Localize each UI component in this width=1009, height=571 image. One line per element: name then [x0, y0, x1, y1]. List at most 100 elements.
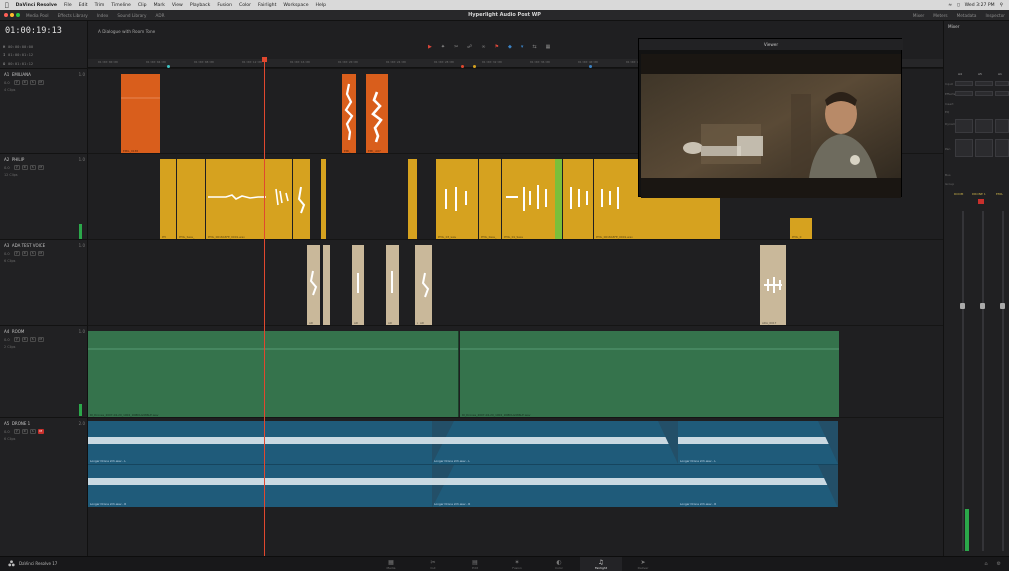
timecode-display[interactable]: 01:00:19:13: [5, 26, 62, 36]
audio-clip[interactable]: RI_Drones_2007-04-20_1902_1N8DLG986LE.wa…: [460, 331, 839, 418]
lock-icon[interactable]: ⚲: [13, 337, 20, 342]
apple-menu-icon[interactable]: : [5, 2, 9, 9]
audio-clip[interactable]: EMI_: [342, 74, 356, 154]
link-icon[interactable]: ∞: [481, 44, 485, 50]
solo-button[interactable]: S: [29, 165, 36, 170]
tab-fairlight[interactable]: ♫ Fairlight: [580, 557, 622, 571]
index-button[interactable]: Index: [97, 13, 109, 18]
menu-clock[interactable]: Wed 3:27 PM: [965, 3, 995, 8]
menu-edit[interactable]: Edit: [79, 3, 88, 8]
marker-dropdown-icon[interactable]: ▾: [521, 44, 524, 50]
audio-clip[interactable]: Longer Drone 2ch.wav - L: [678, 421, 838, 464]
audio-clip[interactable]: Longer Drone 2ch.wav - R: [432, 464, 678, 507]
volume-fader[interactable]: [960, 303, 965, 309]
menu-app-name[interactable]: DaVinci Resolve: [16, 3, 57, 8]
tab-deliver[interactable]: ➤ Deliver: [622, 557, 664, 571]
track-volume[interactable]: 0.0: [4, 81, 10, 85]
audio-clip[interactable]: Longer Drone 2ch.wav - L: [432, 421, 678, 464]
record-arm-button[interactable]: R: [21, 80, 28, 85]
pan-control[interactable]: [975, 139, 993, 157]
input-select[interactable]: [975, 81, 993, 86]
tab-fusion[interactable]: ✶ Fusion: [496, 557, 538, 571]
mute-button[interactable]: M: [37, 251, 44, 256]
sound-library-button[interactable]: Sound Library: [117, 13, 146, 18]
volume-fader[interactable]: [1000, 303, 1005, 309]
select-tool-icon[interactable]: ✦: [441, 44, 445, 50]
audio-clip[interactable]: PHIL_0ess_: [479, 159, 501, 240]
menu-playback[interactable]: Playback: [190, 3, 211, 8]
range-select-tool-icon[interactable]: ▶: [428, 44, 432, 50]
audio-clip[interactable]: EMIL_0138: [121, 74, 160, 154]
pan-control[interactable]: [995, 139, 1009, 157]
menu-help[interactable]: Help: [316, 3, 326, 8]
marker-icon[interactable]: ◆: [508, 44, 512, 50]
menu-fusion[interactable]: Fusion: [217, 3, 232, 8]
menu-view[interactable]: View: [172, 3, 183, 8]
audio-clip[interactable]: AD: [307, 245, 320, 326]
record-arm-button[interactable]: R: [21, 251, 28, 256]
audio-clip[interactable]: PHIL_Sess_: [177, 159, 205, 240]
mixer-toggle-button[interactable]: Mixer: [913, 13, 924, 18]
minimize-window-button[interactable]: [10, 13, 14, 17]
meters-toggle-button[interactable]: Meters: [933, 13, 947, 18]
tab-color[interactable]: ◐ Color: [538, 557, 580, 571]
timeline-name-dropdown[interactable]: A Dialogue with Room Tone: [98, 29, 155, 34]
snap-icon[interactable]: ☍: [467, 44, 472, 50]
track-lane-a4[interactable]: RI_Drones_2007-04-20_1902_1N8DLG986LE.wa…: [88, 325, 943, 418]
viewer-window[interactable]: Viewer: [638, 38, 903, 198]
lock-icon[interactable]: ⚲: [13, 80, 20, 85]
audio-clip[interactable]: AD: [386, 245, 399, 326]
audio-clip[interactable]: [323, 245, 330, 326]
menu-fairlight[interactable]: Fairlight: [258, 3, 276, 8]
razor-tool-icon[interactable]: ✂: [454, 44, 458, 50]
audio-clip[interactable]: Longer Drone 2ch.wav - L: [88, 421, 432, 464]
dynamics-display[interactable]: [975, 119, 993, 133]
battery-icon[interactable]: ▯: [957, 3, 960, 8]
pan-control[interactable]: [955, 139, 973, 157]
audio-clip[interactable]: [321, 159, 326, 240]
playhead[interactable]: [264, 59, 265, 556]
view-options-icon[interactable]: ▦: [546, 44, 551, 50]
track-volume[interactable]: 0.0: [4, 430, 10, 434]
audio-clip[interactable]: [563, 159, 593, 240]
track-lane-a3[interactable]: AD AD AD AD AD ADA_0017: [88, 239, 943, 326]
input-select[interactable]: [955, 81, 973, 86]
track-header-a1[interactable]: A1 EMILIANA 1.0 0.0 ⚲ R S M 4 Clips: [0, 68, 88, 153]
lock-icon[interactable]: ⚲: [13, 429, 20, 434]
audio-clip[interactable]: ADA_0017: [760, 245, 786, 326]
effects-slot[interactable]: [975, 91, 993, 96]
tab-edit[interactable]: ▤ Edit: [454, 557, 496, 571]
mute-button-active[interactable]: M: [37, 429, 44, 434]
selected-clip[interactable]: [555, 159, 562, 240]
close-window-button[interactable]: [4, 13, 8, 17]
mute-button[interactable]: M: [37, 165, 44, 170]
audio-clip[interactable]: AD: [418, 245, 432, 326]
audio-clip[interactable]: Longer Drone 2ch.wav - R: [678, 464, 838, 507]
audio-clip[interactable]: RI_Drones_2007-04-20_1902_1N8DLG986LE.wa…: [88, 331, 459, 418]
menu-file[interactable]: File: [64, 3, 72, 8]
audio-clip[interactable]: PHIL_03_wav: [436, 159, 478, 240]
menu-clip[interactable]: Clip: [138, 3, 147, 8]
spotlight-icon[interactable]: ⚲: [1000, 3, 1003, 8]
flag-icon[interactable]: ⚑: [495, 44, 499, 50]
audio-clip[interactable]: [293, 159, 310, 240]
track-header-a5[interactable]: A5 DRONE 1 2.0 0.0 ⚲ R S M 6 Clips: [0, 417, 88, 556]
audio-clip[interactable]: PHIL_0: [790, 218, 812, 240]
track-header-a4[interactable]: A4 ROOM 1.0 0.0 ⚲ R S M 2 Clips: [0, 325, 88, 417]
audio-clip[interactable]: PHIL_0018A5FE_0001.wav: [206, 159, 292, 240]
track-volume[interactable]: 0.0: [4, 252, 10, 256]
track-lane-a5[interactable]: Longer Drone 2ch.wav - L Longer Drone 2c…: [88, 417, 943, 556]
settings-icon[interactable]: ⚙: [997, 561, 1001, 567]
effects-library-button[interactable]: Effects Library: [58, 13, 88, 18]
solo-button[interactable]: S: [29, 251, 36, 256]
tab-media[interactable]: ▦ Media: [370, 557, 412, 571]
inspector-toggle-button[interactable]: Inspector: [985, 13, 1005, 18]
audio-clip[interactable]: Longer Drone 2ch.wav - R: [88, 464, 432, 507]
adr-button[interactable]: ADR: [156, 13, 165, 18]
metadata-toggle-button[interactable]: Metadata: [957, 13, 977, 18]
audio-clip[interactable]: [408, 159, 417, 240]
track-volume[interactable]: 0.0: [4, 338, 10, 342]
wifi-icon[interactable]: ≈: [948, 3, 952, 8]
audio-clip[interactable]: AD: [352, 245, 364, 326]
volume-fader[interactable]: [980, 303, 985, 309]
